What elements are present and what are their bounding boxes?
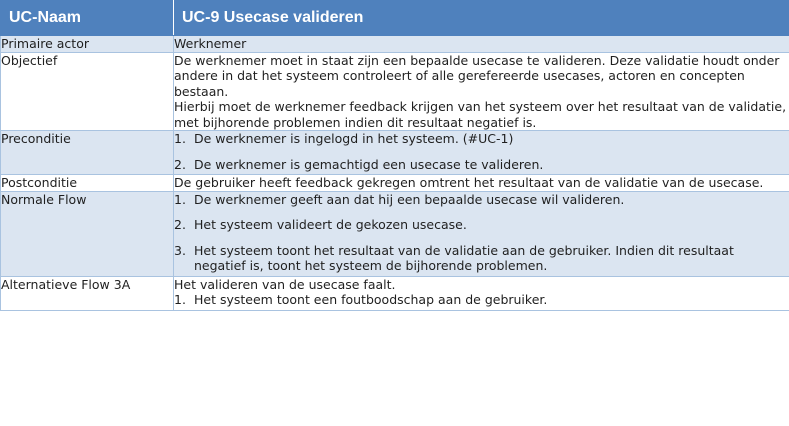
list-item-number: 2. — [174, 217, 186, 232]
row-preconditie: Preconditie 1. De werknemer is ingelogd … — [0, 130, 789, 175]
row-value: De werknemer moet in staat zijn een bepa… — [173, 51, 789, 131]
primaire-actor-text: Werknemer — [174, 36, 247, 51]
list-item-text: De werknemer is ingelogd in het systeem.… — [194, 131, 514, 146]
row-label: Alternatieve Flow 3A — [0, 275, 174, 311]
row-value: De gebruiker heeft feedback gekregen omt… — [173, 174, 789, 192]
row-normale-flow: Normale Flow 1. De werknemer geeft aan d… — [0, 190, 789, 277]
row-primaire-actor: Primaire actor Werknemer — [0, 35, 789, 53]
list-item-text: Het systeem valideert de gekozen usecase… — [194, 217, 467, 232]
alternatieve-flow-text: Het valideren van de usecase faalt. — [174, 276, 396, 292]
list-item-number: 1. — [174, 191, 186, 207]
row-value: 1. De werknemer geeft aan dat hij een be… — [173, 190, 789, 277]
row-label: Primaire actor — [0, 35, 174, 53]
normale-flow-list: 1. De werknemer geeft aan dat hij een be… — [174, 192, 789, 274]
postconditie-text: De gebruiker heeft feedback gekregen omt… — [174, 175, 764, 190]
list-item-text: De werknemer geeft aan dat hij een bepaa… — [194, 191, 625, 207]
list-item-text: De werknemer is gemachtigd een usecase t… — [194, 156, 544, 172]
list-item: 1. De werknemer is ingelogd in het syste… — [174, 131, 789, 147]
list-item-number: 3. — [174, 242, 186, 258]
row-value: Het valideren van de usecase faalt. 1. H… — [173, 275, 789, 311]
row-value: Werknemer — [173, 35, 789, 53]
preconditie-list: 1. De werknemer is ingelogd in het syste… — [174, 131, 789, 172]
header-uc-title: UC-9 Usecase valideren — [173, 0, 789, 36]
list-item: 1. De werknemer geeft aan dat hij een be… — [174, 192, 789, 208]
row-alternatieve-flow: Alternatieve Flow 3A Het valideren van d… — [0, 275, 789, 311]
list-item: 1. Het systeem toont een foutboodschap a… — [174, 292, 789, 308]
list-item: 2. Het systeem valideert de gekozen usec… — [174, 217, 789, 233]
objectief-text-2: Hierbij moet de werknemer feedback krijg… — [174, 99, 787, 130]
row-label: Normale Flow — [0, 190, 174, 277]
row-label: Preconditie — [0, 130, 174, 175]
row-postconditie: Postconditie De gebruiker heeft feedback… — [0, 174, 789, 192]
list-item-number: 2. — [174, 156, 186, 172]
list-item: 2. De werknemer is gemachtigd een usecas… — [174, 157, 789, 173]
row-label: Postconditie — [0, 174, 174, 192]
header-uc-naam: UC-Naam — [0, 0, 174, 36]
row-value: 1. De werknemer is ingelogd in het syste… — [173, 130, 789, 175]
header-row: UC-Naam UC-9 Usecase valideren — [0, 0, 789, 36]
list-item-text: Het systeem toont een foutboodschap aan … — [194, 292, 548, 307]
list-item-text: Het systeem toont het resultaat van de v… — [194, 242, 734, 274]
list-item-number: 1. — [174, 292, 186, 307]
usecase-table: UC-Naam UC-9 Usecase valideren Primaire … — [0, 0, 789, 311]
objectief-text: De werknemer moet in staat zijn een bepa… — [174, 52, 780, 99]
row-objectief: Objectief De werknemer moet in staat zij… — [0, 51, 789, 131]
alternatieve-flow-list: 1. Het systeem toont een foutboodschap a… — [174, 292, 789, 308]
row-label: Objectief — [0, 51, 174, 131]
list-item: 3. Het systeem toont het resultaat van d… — [174, 243, 789, 274]
list-item-number: 1. — [174, 131, 186, 146]
